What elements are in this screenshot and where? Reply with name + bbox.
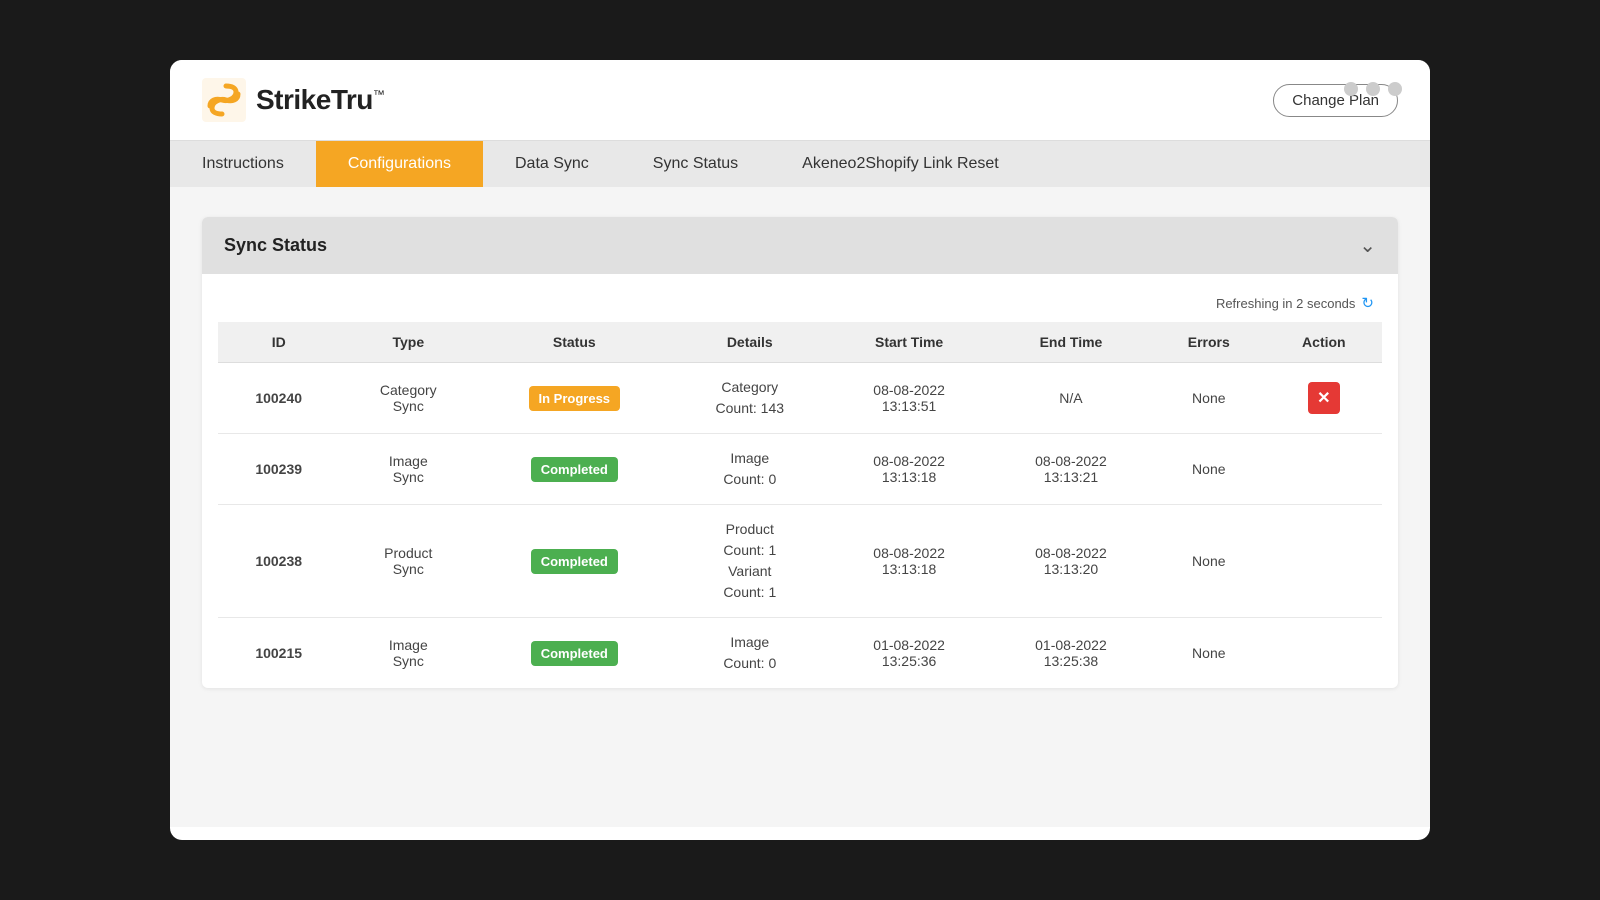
nav-bar: Instructions Configurations Data Sync Sy… <box>170 140 1430 187</box>
refresh-icon[interactable]: ↻ <box>1361 294 1374 312</box>
row-details-3: Image Count: 0 <box>671 618 828 689</box>
refresh-text: Refreshing in 2 seconds <box>1216 296 1355 311</box>
col-errors: Errors <box>1152 322 1266 363</box>
col-details: Details <box>671 322 828 363</box>
nav-item-configurations[interactable]: Configurations <box>316 141 483 187</box>
row-id-3: 100215 <box>218 618 339 689</box>
row-start-time-0: 08-08-2022 13:13:51 <box>828 363 990 434</box>
table-row: 100238Product Sync Completed Product Count… <box>218 505 1382 618</box>
row-details-0: Category Count: 143 <box>671 363 828 434</box>
status-badge: Completed <box>531 641 618 666</box>
status-badge: Completed <box>531 549 618 574</box>
window-controls <box>1344 82 1402 96</box>
main-content: Sync Status ⌄ Refreshing in 2 seconds ↻ … <box>170 187 1430 827</box>
row-action-3 <box>1266 618 1382 689</box>
row-end-time-1: 08-08-2022 13:13:21 <box>990 434 1152 505</box>
panel-header: Sync Status ⌄ <box>202 217 1398 274</box>
sync-status-panel: Sync Status ⌄ Refreshing in 2 seconds ↻ … <box>202 217 1398 688</box>
window-dot-2 <box>1366 82 1380 96</box>
row-action-1 <box>1266 434 1382 505</box>
row-errors-2: None <box>1152 505 1266 618</box>
row-status-2: Completed <box>477 505 671 618</box>
row-end-time-3: 01-08-2022 13:25:38 <box>990 618 1152 689</box>
row-action-0: ✕ <box>1266 363 1382 434</box>
logo: StrikeTru™ <box>202 78 384 122</box>
col-id: ID <box>218 322 339 363</box>
row-start-time-2: 08-08-2022 13:13:18 <box>828 505 990 618</box>
row-end-time-2: 08-08-2022 13:13:20 <box>990 505 1152 618</box>
col-status: Status <box>477 322 671 363</box>
chevron-down-icon[interactable]: ⌄ <box>1359 233 1376 258</box>
table-row: 100215Image SyncCompletedImage Count: 00… <box>218 618 1382 689</box>
logo-text: StrikeTru™ <box>256 84 384 116</box>
app-header: StrikeTru™ Change Plan <box>170 60 1430 140</box>
panel-body: Refreshing in 2 seconds ↻ ID Type Status… <box>202 274 1398 688</box>
col-end-time: End Time <box>990 322 1152 363</box>
nav-item-sync-status[interactable]: Sync Status <box>621 141 770 187</box>
panel-title: Sync Status <box>224 235 327 256</box>
row-start-time-3: 01-08-2022 13:25:36 <box>828 618 990 689</box>
row-action-2 <box>1266 505 1382 618</box>
col-type: Type <box>339 322 477 363</box>
table-row: 100239Image SyncCompletedImage Count: 00… <box>218 434 1382 505</box>
row-details-1: Image Count: 0 <box>671 434 828 505</box>
row-details-2: Product Count: 1 Variant Count: 1 <box>671 505 828 618</box>
row-status-0: In Progress <box>477 363 671 434</box>
row-status-1: Completed <box>477 434 671 505</box>
sync-table: ID Type Status Details Start Time End Ti… <box>218 322 1382 688</box>
row-id-0: 100240 <box>218 363 339 434</box>
table-row: 100240Category Sync In Progress Category C… <box>218 363 1382 434</box>
row-end-time-0: N/A <box>990 363 1152 434</box>
nav-item-data-sync[interactable]: Data Sync <box>483 141 621 187</box>
nav-item-instructions[interactable]: Instructions <box>170 141 316 187</box>
main-window: StrikeTru™ Change Plan Instructions Conf… <box>170 60 1430 840</box>
refresh-bar: Refreshing in 2 seconds ↻ <box>218 288 1382 322</box>
row-errors-3: None <box>1152 618 1266 689</box>
row-id-2: 100238 <box>218 505 339 618</box>
status-badge: In Progress <box>529 386 621 411</box>
row-status-3: Completed <box>477 618 671 689</box>
row-type-1: Image Sync <box>339 434 477 505</box>
col-start-time: Start Time <box>828 322 990 363</box>
row-errors-1: None <box>1152 434 1266 505</box>
row-errors-0: None <box>1152 363 1266 434</box>
window-dot-3 <box>1388 82 1402 96</box>
row-type-3: Image Sync <box>339 618 477 689</box>
logo-icon <box>202 78 246 122</box>
row-id-1: 100239 <box>218 434 339 505</box>
row-type-2: Product Sync <box>339 505 477 618</box>
row-start-time-1: 08-08-2022 13:13:18 <box>828 434 990 505</box>
status-badge: Completed <box>531 457 618 482</box>
nav-item-akeneo-link-reset[interactable]: Akeneo2Shopify Link Reset <box>770 141 1031 187</box>
col-action: Action <box>1266 322 1382 363</box>
window-dot-1 <box>1344 82 1358 96</box>
cancel-action-button[interactable]: ✕ <box>1308 382 1340 414</box>
row-type-0: Category Sync <box>339 363 477 434</box>
